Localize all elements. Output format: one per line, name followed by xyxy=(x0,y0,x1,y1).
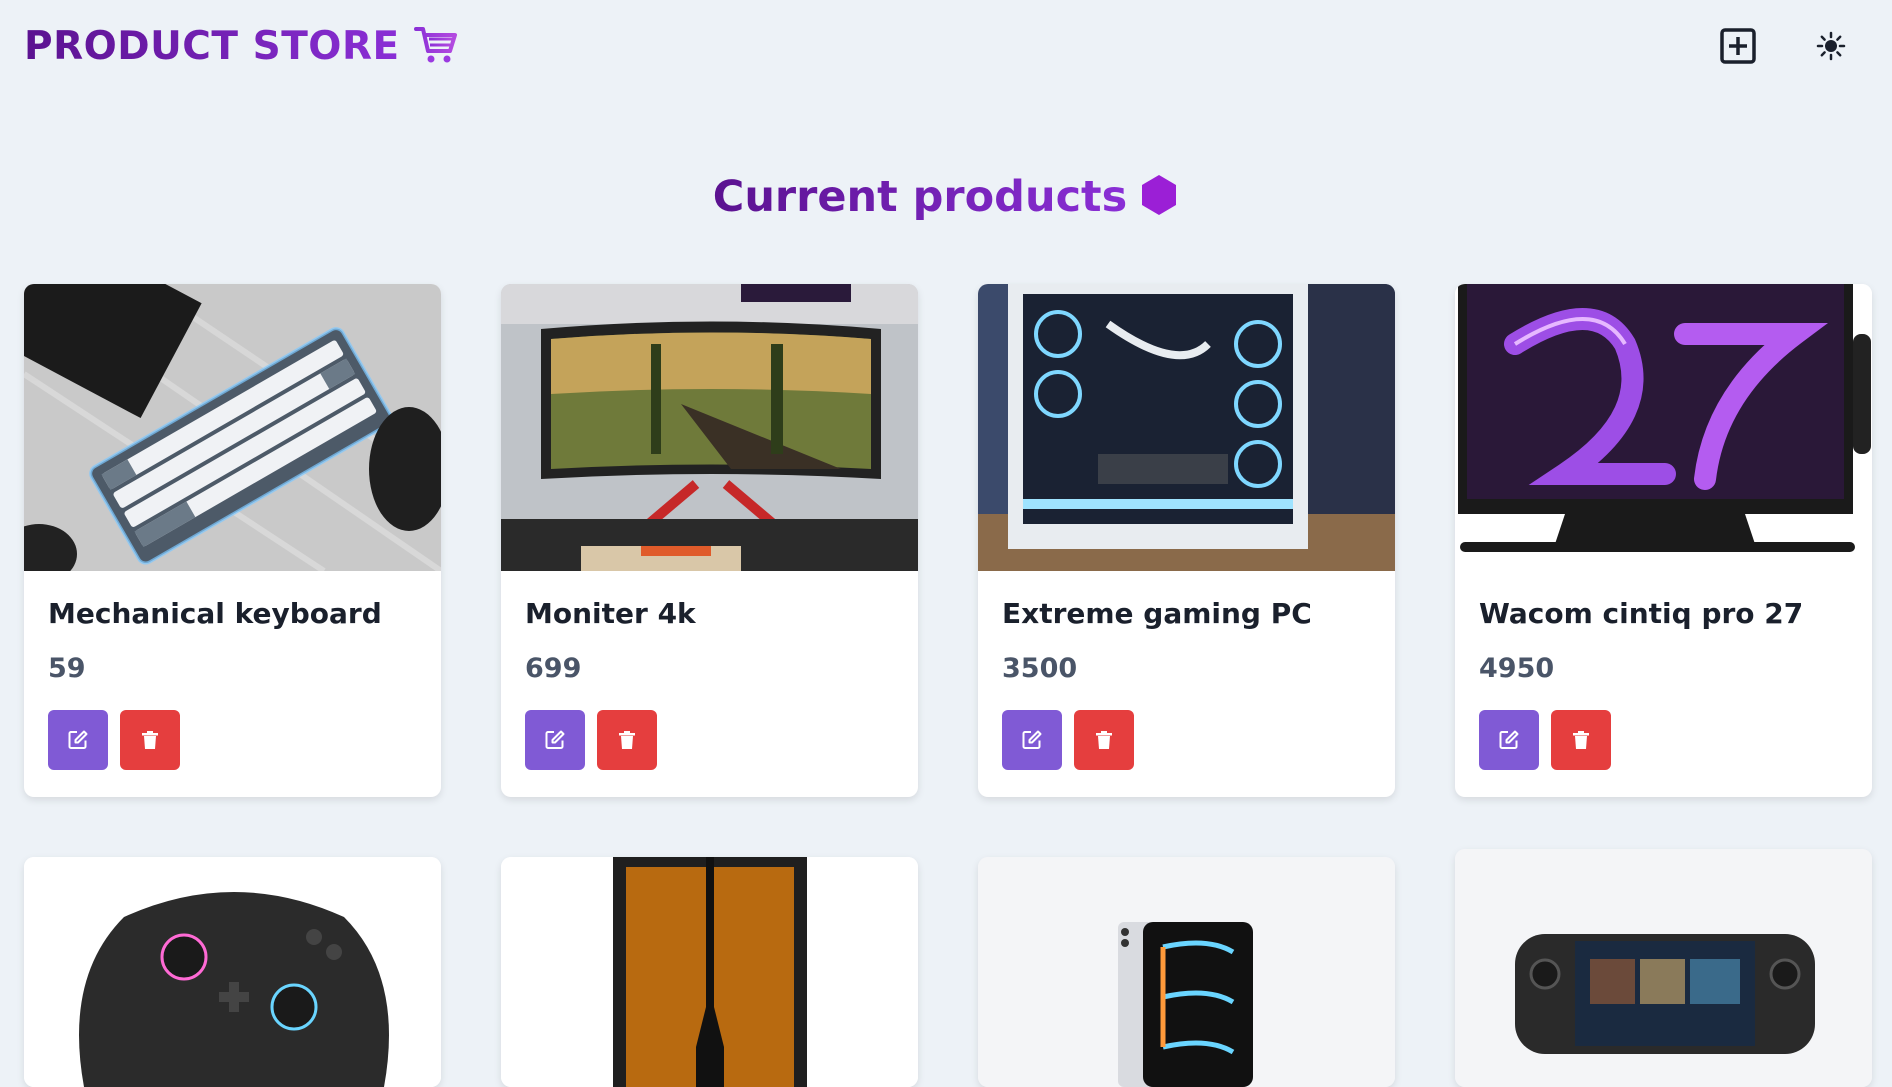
product-name: Moniter 4k xyxy=(525,597,696,630)
product-price: 4950 xyxy=(1479,652,1555,684)
product-card: Wacom cintiq pro 27 4950 xyxy=(1455,284,1872,797)
product-price: 699 xyxy=(525,652,582,684)
page-title: Current products xyxy=(712,172,1128,222)
product-card xyxy=(1455,849,1872,1087)
trash-icon xyxy=(142,730,158,749)
edit-icon xyxy=(1499,730,1519,749)
add-product-button[interactable] xyxy=(1710,20,1766,76)
product-image-keyboard xyxy=(24,284,441,571)
product-grid: Mechanical keyboard 59 Moniter 4k 699 Ex… xyxy=(24,284,1872,1087)
theme-toggle-button[interactable] xyxy=(1803,20,1859,76)
brand-link[interactable]: PRODUCT STORE xyxy=(24,24,458,69)
edit-button[interactable] xyxy=(48,709,108,770)
product-name: Wacom cintiq pro 27 xyxy=(1479,597,1804,630)
product-name: Extreme gaming PC xyxy=(1002,597,1312,630)
product-image-game-controller xyxy=(24,857,441,1087)
edit-icon xyxy=(1022,730,1042,749)
plus-square-icon xyxy=(1720,28,1756,68)
product-image-handheld-console xyxy=(1455,849,1872,1087)
delete-button[interactable] xyxy=(597,709,657,770)
product-card: Mechanical keyboard 59 xyxy=(24,284,441,797)
shopping-cart-icon xyxy=(413,25,458,69)
product-price: 3500 xyxy=(1002,652,1078,684)
edit-icon xyxy=(545,730,565,749)
sun-icon xyxy=(1816,31,1846,65)
page-heading: Current products xyxy=(0,172,1892,222)
trash-icon xyxy=(619,730,635,749)
product-card: Extreme gaming PC 3500 xyxy=(978,284,1395,797)
product-image-gaming-pc xyxy=(978,284,1395,571)
delete-button[interactable] xyxy=(1074,709,1134,770)
product-image-monitor xyxy=(501,284,918,571)
delete-button[interactable] xyxy=(120,709,180,770)
product-card xyxy=(501,857,918,1087)
trash-icon xyxy=(1573,730,1589,749)
product-card: Moniter 4k 699 xyxy=(501,284,918,797)
product-card xyxy=(978,857,1395,1087)
hexagon-icon xyxy=(1139,173,1179,221)
edit-button[interactable] xyxy=(1479,709,1539,770)
navbar: PRODUCT STORE xyxy=(0,0,1892,100)
edit-icon xyxy=(68,730,88,749)
product-image-tablet xyxy=(978,857,1395,1087)
product-image-drawing-tablet xyxy=(1455,284,1872,571)
product-price: 59 xyxy=(48,652,86,684)
product-name: Mechanical keyboard xyxy=(48,597,382,630)
edit-button[interactable] xyxy=(525,709,585,770)
product-image-3d-printer xyxy=(501,857,918,1087)
brand-title: PRODUCT STORE xyxy=(24,24,400,69)
edit-button[interactable] xyxy=(1002,709,1062,770)
delete-button[interactable] xyxy=(1551,709,1611,770)
trash-icon xyxy=(1096,730,1112,749)
product-card xyxy=(24,857,441,1087)
